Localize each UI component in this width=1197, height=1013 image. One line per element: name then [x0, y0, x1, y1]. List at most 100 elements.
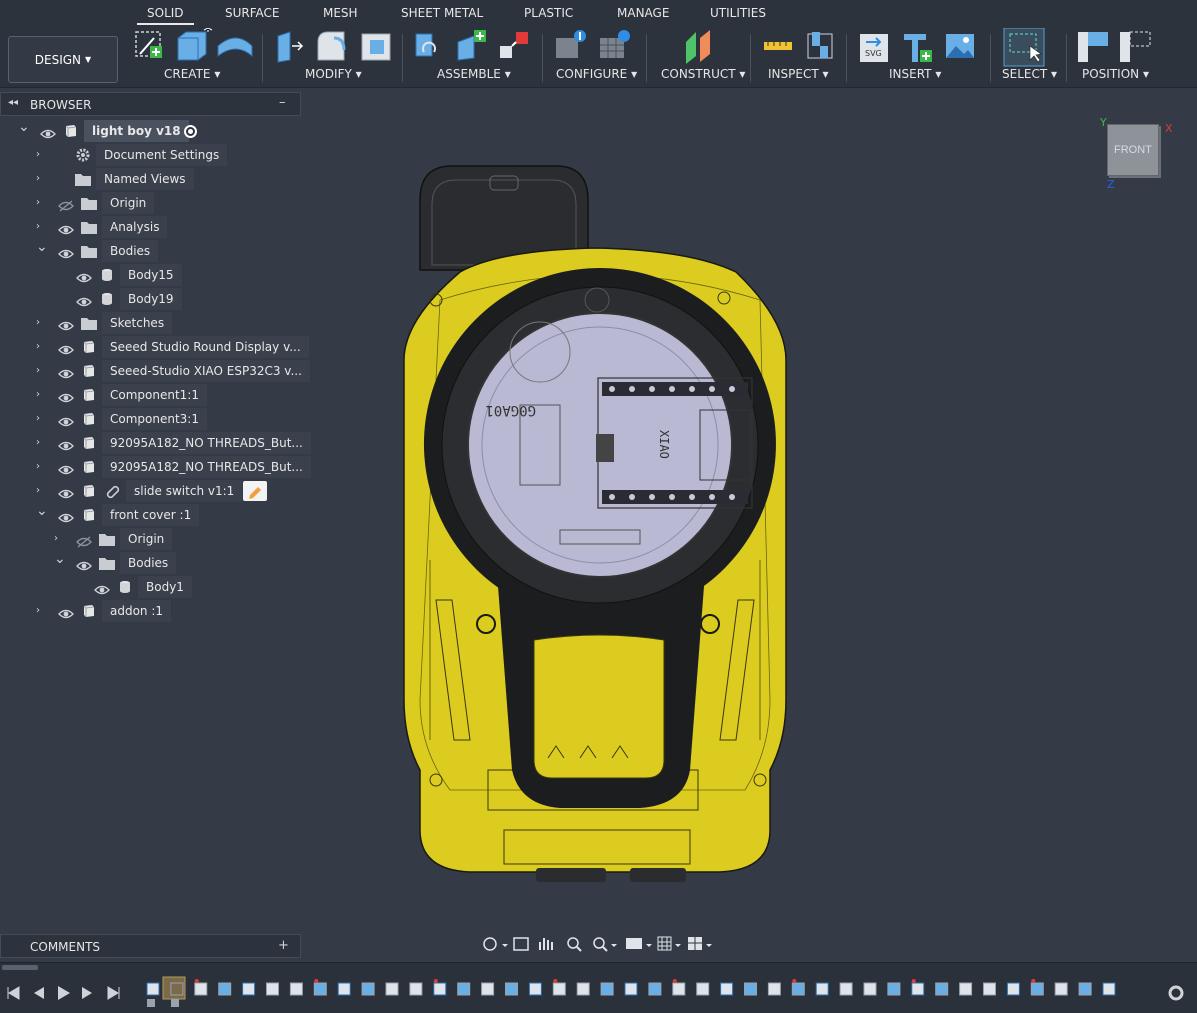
browser-row[interactable]: › Component3:1	[0, 408, 301, 430]
viewports-icon[interactable]	[688, 937, 712, 950]
eye-hidden-icon[interactable]	[76, 533, 92, 548]
timeline-feature-icon[interactable]	[361, 982, 375, 996]
configuration-table-icon[interactable]	[600, 30, 630, 58]
go-to-start-icon[interactable]	[7, 986, 20, 1000]
insert-mcmaster-icon[interactable]	[904, 34, 932, 62]
timeline-feature-icon[interactable]	[552, 979, 566, 996]
browser-row[interactable]: › slide switch v1:1	[0, 480, 301, 502]
timeline-feature-icon[interactable]	[266, 982, 279, 996]
display-settings-icon[interactable]	[626, 938, 652, 949]
eye-icon[interactable]	[58, 461, 74, 475]
timeline-feature-icon[interactable]	[815, 982, 829, 996]
timeline-feature-icon[interactable]	[600, 982, 614, 996]
chevron-right-icon[interactable]: ›	[36, 173, 46, 185]
design-workspace-button[interactable]: DESIGN ▼	[8, 36, 118, 83]
press-pull-icon[interactable]	[277, 31, 304, 63]
timeline-feature-icon[interactable]	[791, 979, 805, 996]
chevron-down-icon[interactable]: ⌄	[18, 120, 30, 134]
activate-component-radio[interactable]	[184, 125, 197, 138]
timeline-feature-icon[interactable]	[481, 982, 495, 996]
timeline-feature-icon[interactable]	[242, 982, 256, 996]
browser-row[interactable]: › Sketches	[0, 312, 301, 334]
eye-icon[interactable]	[58, 245, 74, 259]
tab-sheet-metal[interactable]: SHEET METAL	[401, 6, 483, 20]
browser-minimize-button[interactable]: –	[279, 95, 286, 110]
chevron-right-icon[interactable]: ›	[36, 461, 46, 473]
measure-icon[interactable]	[764, 42, 792, 50]
chevron-down-icon[interactable]: ⌄	[36, 240, 48, 254]
timeline-feature-icon[interactable]	[1054, 982, 1068, 996]
timeline-feature-icon[interactable]	[839, 982, 853, 996]
select-window-icon[interactable]	[1003, 28, 1045, 67]
tab-plastic[interactable]: PLASTIC	[524, 6, 573, 20]
eye-icon[interactable]	[58, 509, 74, 523]
new-component-icon[interactable]	[415, 33, 436, 57]
timeline-feature-icon[interactable]	[959, 982, 973, 996]
create-menu[interactable]: CREATE ▾	[164, 67, 220, 81]
chevron-right-icon[interactable]: ›	[54, 533, 64, 545]
step-back-icon[interactable]	[34, 987, 44, 999]
configure-menu[interactable]: CONFIGURE ▾	[556, 67, 637, 81]
eye-icon[interactable]	[76, 269, 92, 283]
timeline-feature-icon[interactable]	[409, 982, 423, 996]
timeline-feature-icon[interactable]	[672, 979, 686, 996]
zoom-icon[interactable]	[567, 937, 582, 952]
timeline-feature-icon[interactable]	[624, 982, 638, 996]
look-at-icon[interactable]	[513, 937, 529, 951]
as-built-joint-icon[interactable]	[500, 32, 528, 58]
timeline-feature-icon[interactable]	[194, 979, 208, 996]
capture-position-icon[interactable]	[1078, 32, 1108, 62]
timeline-feature-icon[interactable]	[648, 982, 662, 996]
chevron-right-icon[interactable]: ›	[36, 317, 46, 329]
eye-icon[interactable]	[58, 317, 74, 331]
timeline-feature-icon[interactable]	[385, 982, 399, 996]
tab-surface[interactable]: SURFACE	[225, 6, 280, 20]
chevron-right-icon[interactable]: ›	[36, 413, 46, 425]
eye-icon[interactable]	[76, 293, 92, 307]
insert-menu[interactable]: INSERT ▾	[889, 67, 941, 81]
chevron-right-icon[interactable]: ›	[36, 221, 46, 233]
browser-row[interactable]: ⌄ Bodies	[0, 240, 301, 262]
browser-row[interactable]: › Origin	[0, 528, 301, 550]
chevron-down-icon[interactable]: ⌄	[36, 504, 48, 518]
browser-row[interactable]: Body19	[0, 288, 301, 310]
timeline-feature-icon[interactable]	[744, 982, 757, 996]
eye-icon[interactable]	[94, 581, 110, 595]
eye-icon[interactable]	[40, 125, 56, 139]
chevron-right-icon[interactable]: ›	[36, 437, 46, 449]
timeline-feature-icon[interactable]	[887, 982, 901, 996]
browser-row[interactable]: › Origin	[0, 192, 301, 214]
pan-icon[interactable]	[539, 938, 553, 950]
browser-row[interactable]: › Component1:1	[0, 384, 301, 406]
timeline-feature-icon[interactable]	[146, 982, 160, 996]
go-to-end-icon[interactable]	[107, 986, 120, 1000]
view-cube[interactable]: FRONT Y X Z	[1100, 116, 1173, 191]
step-forward-icon[interactable]	[82, 987, 92, 999]
timeline-feature-icon[interactable]	[337, 982, 351, 996]
insert-canvas-icon[interactable]	[946, 34, 974, 58]
tab-manage[interactable]: MANAGE	[617, 6, 669, 20]
timeline-marker[interactable]	[162, 976, 186, 1000]
timeline-feature-icon[interactable]	[505, 982, 518, 996]
position-menu[interactable]: POSITION ▾	[1082, 67, 1149, 81]
browser-row[interactable]: › Seeed Studio Round Display v...	[0, 336, 309, 358]
model-render[interactable]: G0GA01 XIAO	[301, 92, 1197, 962]
browser-row[interactable]: Body15	[0, 264, 301, 286]
inspect-menu[interactable]: INSPECT ▾	[768, 67, 829, 81]
shell-icon[interactable]	[361, 33, 391, 61]
eye-icon[interactable]	[58, 341, 74, 355]
browser-row[interactable]: › Seeed-Studio XIAO ESP32C3 v...	[0, 360, 310, 382]
timeline-feature-icon[interactable]	[457, 982, 471, 996]
browser-row[interactable]: › 92095A182_NO THREADS_But...	[0, 456, 311, 478]
timeline-feature-icon[interactable]	[863, 982, 877, 996]
play-icon[interactable]	[58, 986, 70, 1000]
timeline-feature-icon[interactable]	[433, 979, 447, 996]
timeline-feature-icon[interactable]	[313, 979, 327, 996]
edit-in-place-icon[interactable]	[243, 481, 267, 501]
timeline-feature-icon[interactable]	[1102, 982, 1116, 996]
timeline-feature-icon[interactable]	[1030, 979, 1044, 996]
browser-row[interactable]: ⌄ front cover :1	[0, 504, 301, 526]
eye-icon[interactable]	[76, 557, 92, 571]
select-menu[interactable]: SELECT ▾	[1002, 67, 1057, 81]
collapse-panel-icon[interactable]: ◂◂	[8, 97, 18, 108]
